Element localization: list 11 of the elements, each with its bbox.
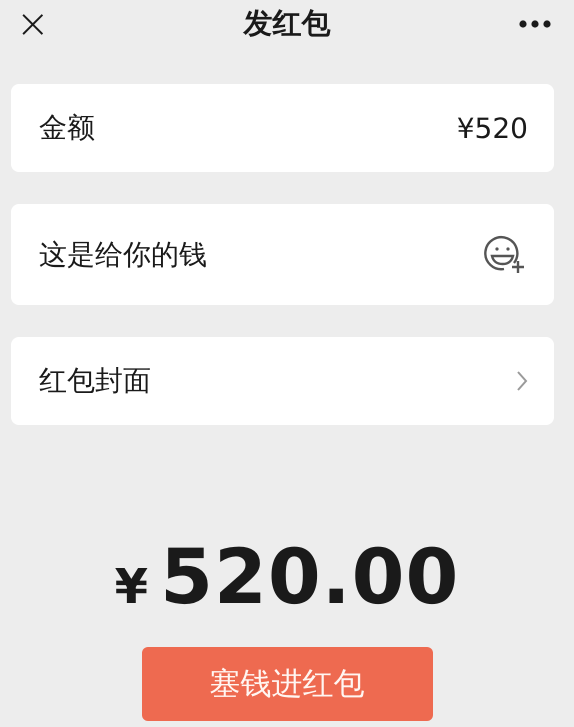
amount-value[interactable]: ¥520 (456, 112, 528, 144)
more-button[interactable] (518, 19, 552, 29)
close-button[interactable]: × (16, 4, 50, 44)
page-title: 发红包 (244, 5, 330, 42)
currency-symbol: ¥ (114, 559, 148, 615)
total-amount: 520.00 (160, 532, 460, 621)
greeting-field[interactable]: 这是给你的钱 (39, 238, 419, 271)
amount-label: 金额 (39, 110, 95, 146)
cover-card[interactable]: 红包封面 (11, 337, 554, 425)
chevron-right-icon (516, 370, 528, 392)
cover-label: 红包封面 (39, 363, 151, 399)
